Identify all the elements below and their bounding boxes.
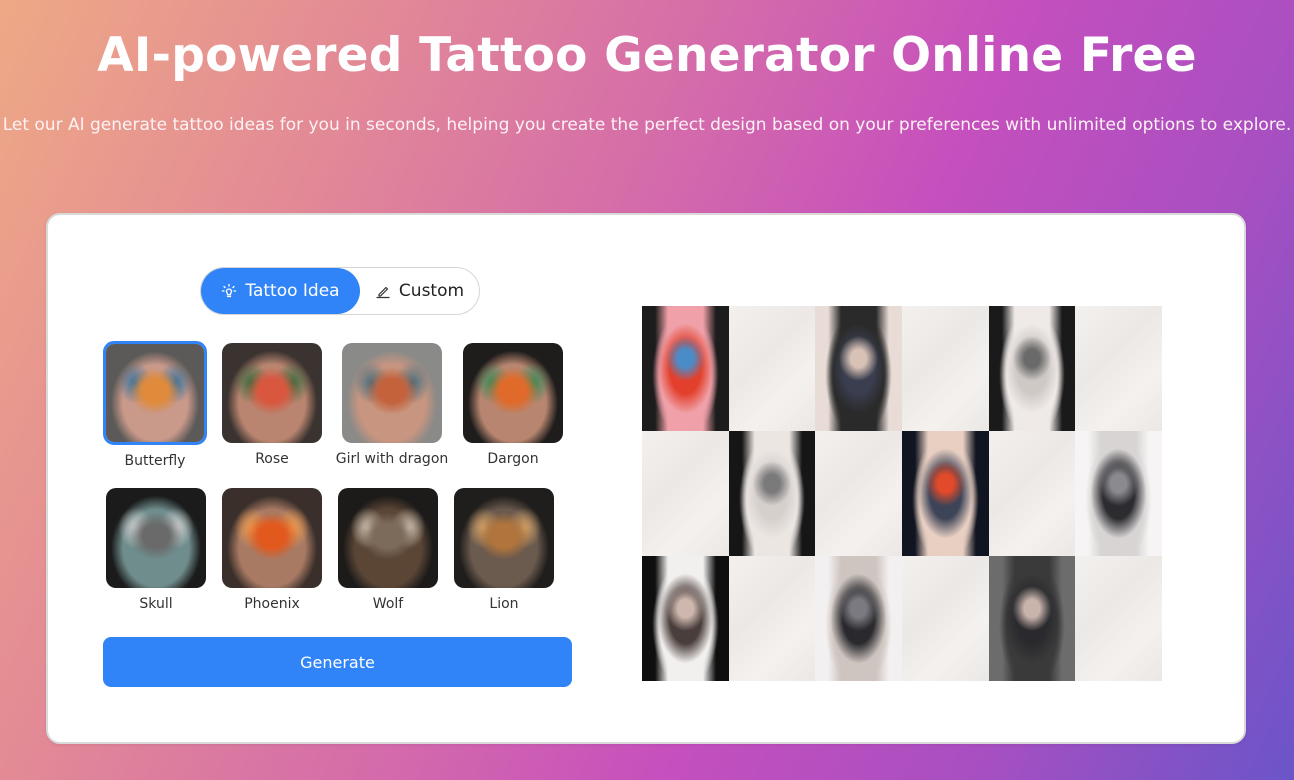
gallery-image-wings-back <box>815 306 902 431</box>
gallery-image-art <box>815 306 902 431</box>
idea-tile-wolf[interactable]: Wolf <box>336 488 440 612</box>
tab-tattoo-idea[interactable]: Tattoo Idea <box>201 268 360 314</box>
idea-tile-butterfly[interactable]: Butterfly <box>103 341 207 469</box>
gallery-blank-cell <box>728 306 816 431</box>
idea-tile-skull[interactable]: Skull <box>104 488 208 612</box>
page-title: AI-powered Tattoo Generator Online Free <box>97 28 1197 83</box>
idea-tile-dargon[interactable]: Dargon <box>461 343 565 467</box>
gallery-image-art <box>815 556 902 681</box>
mode-toggle: Tattoo Idea Custom <box>200 267 480 315</box>
gallery-blank-cell <box>1075 556 1162 681</box>
idea-tile-rose[interactable]: Rose <box>220 343 324 467</box>
lightbulb-icon <box>221 283 237 299</box>
tab-custom[interactable]: Custom <box>360 268 479 314</box>
idea-tile-phoenix[interactable]: Phoenix <box>220 488 324 612</box>
page-subtitle: Let our AI generate tattoo ideas for you… <box>2 115 1292 135</box>
gallery-image-wolf-arm <box>1075 431 1162 556</box>
idea-thumbnail <box>222 343 322 443</box>
pencil-icon <box>375 283 391 299</box>
gallery-image-skull-arm <box>988 306 1076 431</box>
idea-label: Lion <box>489 596 519 612</box>
gallery-image-skull-arm <box>728 431 816 556</box>
generate-button[interactable]: Generate <box>103 637 572 687</box>
gallery-image-art <box>988 306 1076 431</box>
idea-thumbnail <box>454 488 554 588</box>
gallery-blank-cell <box>642 431 729 556</box>
gallery-image-art <box>728 431 816 556</box>
idea-thumbnail <box>342 343 442 443</box>
idea-thumbnail <box>222 488 322 588</box>
gallery-image-dragon-back <box>642 306 729 431</box>
gallery-image-art <box>642 556 729 681</box>
tab-tattoo-idea-label: Tattoo Idea <box>245 281 340 301</box>
gallery-image-art <box>642 306 729 431</box>
gallery-image-wolf-arm <box>815 556 902 681</box>
gallery-blank-cell <box>988 431 1076 556</box>
gallery-blank-cell <box>1075 306 1162 431</box>
gallery-image-lion-arm <box>642 556 729 681</box>
gallery-blank-cell <box>901 306 989 431</box>
idea-tile-lion[interactable]: Lion <box>452 488 556 612</box>
idea-label: Dargon <box>487 451 539 467</box>
idea-thumbnail <box>103 341 207 445</box>
gallery-image-art <box>901 431 989 556</box>
idea-thumbnail <box>106 488 206 588</box>
example-gallery <box>642 306 1162 681</box>
gallery-image-phoenix-back <box>901 431 989 556</box>
gallery-blank-cell <box>815 431 902 556</box>
gallery-image-art <box>988 556 1076 681</box>
gallery-image-lion-arm <box>988 556 1076 681</box>
idea-tile-girl-with-dragon[interactable]: Girl with dragon <box>336 343 448 467</box>
idea-thumbnail <box>463 343 563 443</box>
idea-thumbnail <box>338 488 438 588</box>
tab-custom-label: Custom <box>398 281 465 301</box>
gallery-image-art <box>1075 431 1162 556</box>
gallery-blank-cell <box>728 556 816 681</box>
gallery-blank-cell <box>901 556 989 681</box>
